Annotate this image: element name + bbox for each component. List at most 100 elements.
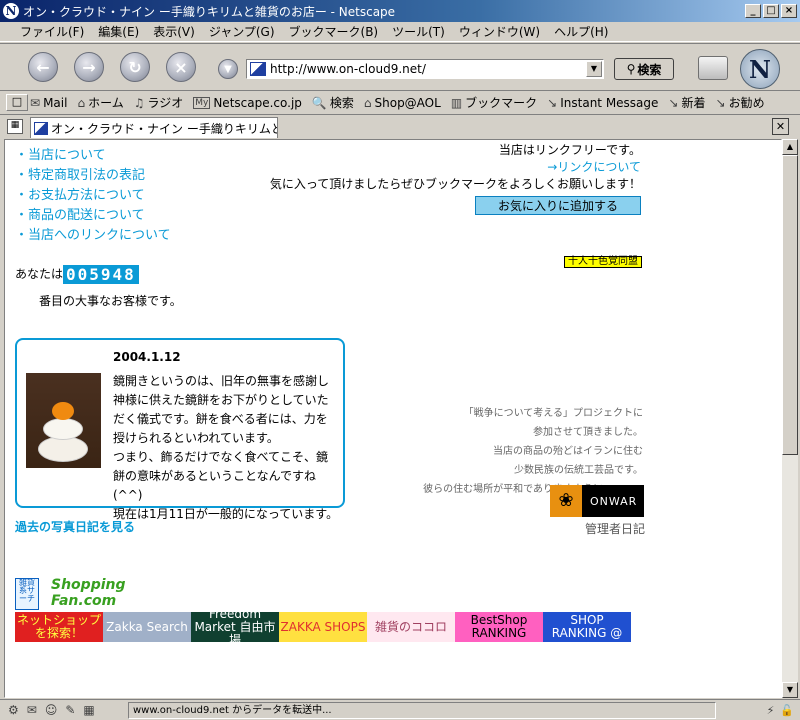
- forward-button[interactable]: →: [74, 52, 104, 82]
- url-bar: ▼: [246, 59, 604, 79]
- scroll-thumb[interactable]: [782, 155, 798, 455]
- onwar-label: ONWAR: [590, 494, 638, 508]
- back-button[interactable]: ←: [28, 52, 58, 82]
- minimize-button[interactable]: _: [745, 4, 761, 18]
- diary-text: 鏡開きというのは、旧年の無事を感謝し神様に供えた鏡餅をお下がりとしていただく儀式…: [113, 374, 339, 521]
- scroll-down-button[interactable]: ▼: [782, 682, 798, 698]
- peace-line: 「戦争について考える」プロジェクトに: [463, 408, 643, 419]
- menu-file[interactable]: ファイル(F): [14, 23, 92, 40]
- site-nav-links: ・当店について ・特定商取引法の表記 ・お支払方法について ・商品の配送について…: [15, 146, 171, 246]
- link-commerce-law[interactable]: ・特定商取引法の表記: [15, 166, 171, 186]
- banner-freedom-market[interactable]: Freedom Market 自由市場: [191, 612, 279, 642]
- menu-tools[interactable]: ツール(T): [386, 23, 453, 40]
- personal-toolbar: □ ✉ Mail ⌂ ホーム ♫ ラジオ My Netscape.co.jp 🔍 検索 ⌂…: [0, 90, 800, 114]
- add-favorite-button[interactable]: お気に入りに追加する: [475, 196, 641, 215]
- home-icon: ⌂: [77, 95, 86, 110]
- bookmark-home[interactable]: ⌂ ホーム: [77, 94, 123, 111]
- link-shipping[interactable]: ・商品の配送について: [15, 206, 171, 226]
- navigator-icon[interactable]: ⚙: [8, 703, 19, 717]
- bookmark-shop-aol[interactable]: ⌂ Shop@AOL: [364, 96, 441, 110]
- about-links-link[interactable]: →リンクについて: [241, 159, 641, 176]
- link-arrow-icon: ↘: [668, 95, 679, 110]
- bookmark-bookmarks[interactable]: ▥ ブックマーク: [451, 94, 537, 111]
- bookmark-label: Mail: [43, 95, 68, 110]
- connection-icon: ⚡: [766, 703, 775, 717]
- menu-help[interactable]: ヘルプ(H): [548, 23, 616, 40]
- scroll-up-button[interactable]: ▲: [782, 139, 798, 155]
- menu-bar: ファイル(F) 編集(E) 表示(V) ジャンプ(G) ブックマーク(B) ツー…: [0, 22, 800, 42]
- new-tab-icon[interactable]: ▦: [7, 119, 23, 134]
- link-payment[interactable]: ・お支払方法について: [15, 186, 171, 206]
- reload-button[interactable]: ↻: [120, 52, 150, 82]
- link-free-text: 当店はリンクフリーです。: [498, 143, 641, 157]
- url-history-dropdown[interactable]: ▼: [586, 61, 602, 77]
- kagami-mochi-photo: [26, 373, 101, 468]
- past-diary-link[interactable]: 過去の写真日記を見る: [15, 518, 135, 535]
- admin-diary-link[interactable]: 管理者日記: [585, 520, 645, 537]
- mail-icon[interactable]: ✉: [27, 703, 37, 717]
- banner-bestshop-ranking[interactable]: BestShop RANKING: [455, 612, 543, 642]
- title-bar: N オン・クラウド・ナイン ー手織りキリムと雑貨のお店ー - Netscape …: [0, 0, 800, 22]
- go-dropdown-button[interactable]: ▼: [218, 59, 238, 79]
- link-about-store[interactable]: ・当店について: [15, 146, 171, 166]
- window-title: オン・クラウド・ナイン ー手織りキリムと雑貨のお店ー - Netscape: [23, 4, 396, 19]
- menu-edit[interactable]: 編集(E): [92, 23, 147, 40]
- shopping-fan-banner[interactable]: Shopping Fan.com: [51, 577, 185, 609]
- toolbar-grip-icon[interactable]: □: [6, 94, 28, 111]
- banner-shop-ranking[interactable]: SHOP RANKING @: [543, 612, 631, 642]
- print-icon[interactable]: [698, 56, 728, 80]
- banner-zakka-kokoro[interactable]: 雑貨のココロ: [367, 612, 455, 642]
- zakka-search-mini-banner[interactable]: 雑貨系サーチ: [15, 578, 39, 610]
- tab-bar: ▦ オン・クラウド・ナイン ー手織りキリムと雑貨の... ✕: [0, 114, 800, 138]
- link-arrow-icon: ↘: [547, 95, 558, 110]
- banner-zakka-search[interactable]: Zakka Search: [103, 612, 191, 642]
- close-window-button[interactable]: ×: [781, 4, 797, 18]
- menu-bookmarks[interactable]: ブックマーク(B): [283, 23, 387, 40]
- url-input[interactable]: [270, 61, 586, 77]
- bookmark-search[interactable]: 🔍 検索: [312, 94, 354, 111]
- stop-button[interactable]: ×: [166, 52, 196, 82]
- maximize-button[interactable]: □: [763, 4, 779, 18]
- tab-active[interactable]: オン・クラウド・ナイン ー手織りキリムと雑貨の...: [30, 117, 278, 138]
- bookmark-recommended[interactable]: ↘ お勧め: [716, 94, 765, 111]
- bookmark-label: Shop@AOL: [374, 95, 441, 110]
- mail-icon: ✉: [30, 95, 41, 110]
- vertical-scrollbar[interactable]: ▲ ▼: [782, 139, 798, 698]
- menu-view[interactable]: 表示(V): [147, 23, 203, 40]
- navigation-toolbar: ← → ↻ × ▼ ▼ ⚲ 検索 N: [0, 43, 800, 90]
- bookmark-new[interactable]: ↘ 新着: [668, 94, 705, 111]
- magnifier-icon: ⚲: [626, 62, 636, 76]
- onwar-logo-icon: ❀: [550, 485, 582, 517]
- status-text: www.on-cloud9.net からデータを転送中...: [128, 701, 716, 719]
- headphones-icon: ♫: [133, 95, 145, 110]
- bookmark-label: ホーム: [88, 96, 124, 110]
- bookmark-label: Instant Message: [560, 95, 659, 110]
- menu-window[interactable]: ウィンドウ(W): [453, 23, 548, 40]
- bookmark-label: 新着: [681, 96, 706, 110]
- bookmark-radio[interactable]: ♫ ラジオ: [134, 94, 184, 111]
- page-content: ・当店について ・特定商取引法の表記 ・お支払方法について ・商品の配送について…: [4, 139, 782, 698]
- bookmark-netscape[interactable]: My Netscape.co.jp: [193, 96, 302, 110]
- aim-icon[interactable]: ☺: [45, 703, 58, 717]
- search-button[interactable]: ⚲ 検索: [614, 58, 674, 80]
- bookmark-mail[interactable]: ✉ Mail: [30, 96, 67, 110]
- banner-netshop[interactable]: ネットショップを探索！: [15, 612, 103, 642]
- close-tab-button[interactable]: ✕: [772, 118, 789, 135]
- netscape-app-icon: N: [3, 3, 19, 19]
- counter-prefix: あなたは: [15, 267, 64, 281]
- link-link-policy[interactable]: ・当店へのリンクについて: [15, 226, 171, 246]
- netscape-logo[interactable]: N: [740, 49, 780, 89]
- security-lock-icon: 🔓: [780, 703, 794, 717]
- address-book-icon[interactable]: ▦: [83, 703, 94, 717]
- visitor-counter: あなたは 005948: [15, 265, 139, 284]
- menu-go[interactable]: ジャンプ(G): [203, 23, 283, 40]
- composer-icon[interactable]: ✎: [65, 703, 75, 717]
- link-arrow-icon: ↘: [715, 95, 726, 110]
- mikan-orange: [52, 402, 74, 420]
- color-alliance-banner[interactable]: 十人十色覚同盟: [564, 256, 642, 268]
- banner-zakka-shops[interactable]: ZAKKA SHOPS: [279, 612, 367, 642]
- link-info: 当店はリンクフリーです。 →リンクについて 気に入って頂けましたらぜひブックマー…: [241, 142, 641, 193]
- diary-date: 2004.1.12: [113, 350, 181, 364]
- bookmark-instant-message[interactable]: ↘ Instant Message: [547, 96, 658, 110]
- onwar-banner[interactable]: ❀ ONWAR: [550, 485, 644, 517]
